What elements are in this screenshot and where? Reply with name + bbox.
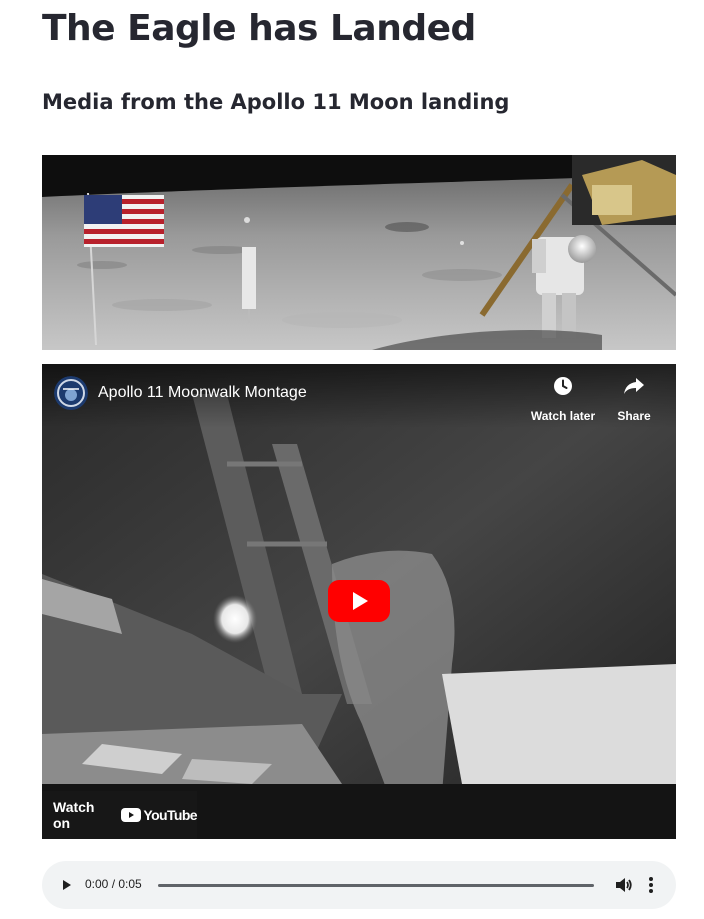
volume-icon [616, 878, 632, 892]
youtube-play-icon [121, 808, 142, 822]
video-title[interactable]: Apollo 11 Moonwalk Montage [98, 384, 307, 402]
watch-later-button[interactable]: Watch later [528, 376, 598, 425]
more-vert-icon [649, 877, 653, 893]
audio-play-button[interactable] [60, 878, 74, 892]
more-options-button[interactable] [646, 876, 656, 894]
page-title: The Eagle has Landed [42, 8, 476, 49]
watch-later-label: Watch later [530, 409, 596, 423]
clock-icon [528, 376, 598, 401]
moon-landing-photo [42, 155, 676, 350]
share-label: Share [617, 409, 651, 423]
share-arrow-icon [599, 376, 669, 401]
audio-progress-bar[interactable] [158, 884, 594, 887]
watch-on-youtube-button[interactable]: Watch on YouTube [42, 791, 198, 839]
play-triangle-icon [63, 880, 71, 890]
youtube-video-embed[interactable]: Apollo 11 Moonwalk Montage Watch later S… [42, 364, 676, 839]
audio-player[interactable]: 0:00 / 0:05 [42, 861, 676, 909]
play-icon [328, 580, 390, 622]
youtube-wordmark: YouTube [143, 807, 197, 823]
share-button[interactable]: Share [599, 376, 669, 425]
volume-button[interactable] [615, 877, 633, 893]
audio-time: 0:00 / 0:05 [85, 877, 142, 891]
page-subtitle: Media from the Apollo 11 Moon landing [42, 90, 510, 114]
watch-on-label: Watch on [53, 799, 95, 831]
play-button[interactable] [328, 580, 390, 622]
youtube-logo: YouTube [121, 807, 198, 823]
channel-avatar[interactable] [54, 376, 88, 410]
